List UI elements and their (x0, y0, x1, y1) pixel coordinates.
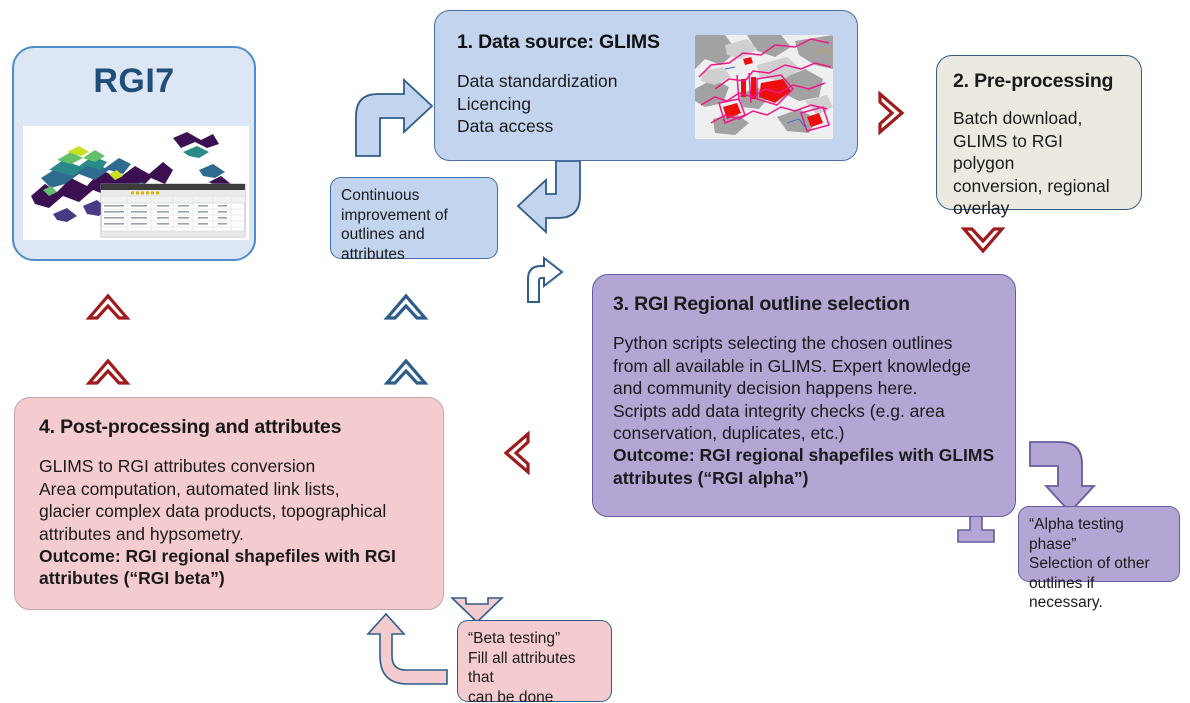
step-4-title: 4. Post-processing and attributes (39, 416, 342, 438)
step-4-outcome: Outcome: RGI regional shapefiles with RG… (39, 545, 396, 589)
diagram-canvas: RGI7 1. Data source: GLIMS Data standard… (0, 0, 1190, 703)
step-4-post-processing-box[interactable]: 4. Post-processing and attributes GLIMS … (14, 397, 444, 610)
chevron-left-step3-to-step4-icon (503, 430, 530, 476)
arrow-down-step4-to-beta-note-icon (450, 597, 504, 624)
curved-arrow-up-right-feedback-icon (527, 255, 564, 303)
curved-arrow-into-step1-icon (355, 77, 434, 157)
step-3-outcome: Outcome: RGI regional shapefiles with GL… (613, 445, 995, 488)
curved-arrow-step1-to-continuous-note-icon (516, 160, 581, 235)
step-3-body: Python scripts selecting the chosen outl… (613, 333, 971, 443)
rgi7-product-box[interactable]: RGI7 (12, 46, 256, 261)
step-2-pre-processing-box[interactable]: 2. Pre-processing Batch download, GLIMS … (936, 55, 1142, 218)
chevron-up-step4-to-rgi7-upper-icon (85, 293, 131, 320)
curved-arrow-step3-to-alpha-note-icon (1029, 441, 1097, 514)
chevron-down-step2-to-step3-icon (960, 227, 1006, 254)
step-4-body: GLIMS to RGI attributes conversion Area … (39, 456, 387, 544)
step-2-body: Batch download, GLIMS to RGI polygon con… (953, 108, 1110, 218)
glims-glacier-outline-map-icon (695, 35, 833, 139)
chevron-right-step1-to-step2-icon (878, 90, 905, 136)
chevron-up-feedback-upper-icon (383, 293, 429, 320)
step-3-regional-outline-selection-box[interactable]: 3. RGI Regional outline selection Python… (592, 274, 1016, 517)
chevron-up-step4-to-rgi7-lower-icon (85, 358, 131, 385)
step-3-title: 3. RGI Regional outline selection (613, 293, 910, 315)
rgi7-title: RGI7 (93, 62, 175, 100)
note-alpha-testing-phase[interactable]: “Alpha testing phase” Selection of other… (1018, 506, 1180, 611)
chevron-up-feedback-lower-icon (383, 358, 429, 385)
curved-arrow-beta-note-to-step4-icon (366, 612, 448, 685)
rgi7-glacier-map-with-attribute-table-icon (23, 126, 249, 240)
step-1-data-source-box[interactable]: 1. Data source: GLIMS Data standardizati… (434, 10, 858, 161)
step-2-title: 2. Pre-processing (953, 70, 1114, 92)
note-beta-testing[interactable]: “Beta testing” Fill all attributes that … (457, 620, 612, 703)
note-continuous-improvement[interactable]: Continuous improvement of outlines and a… (330, 177, 498, 263)
